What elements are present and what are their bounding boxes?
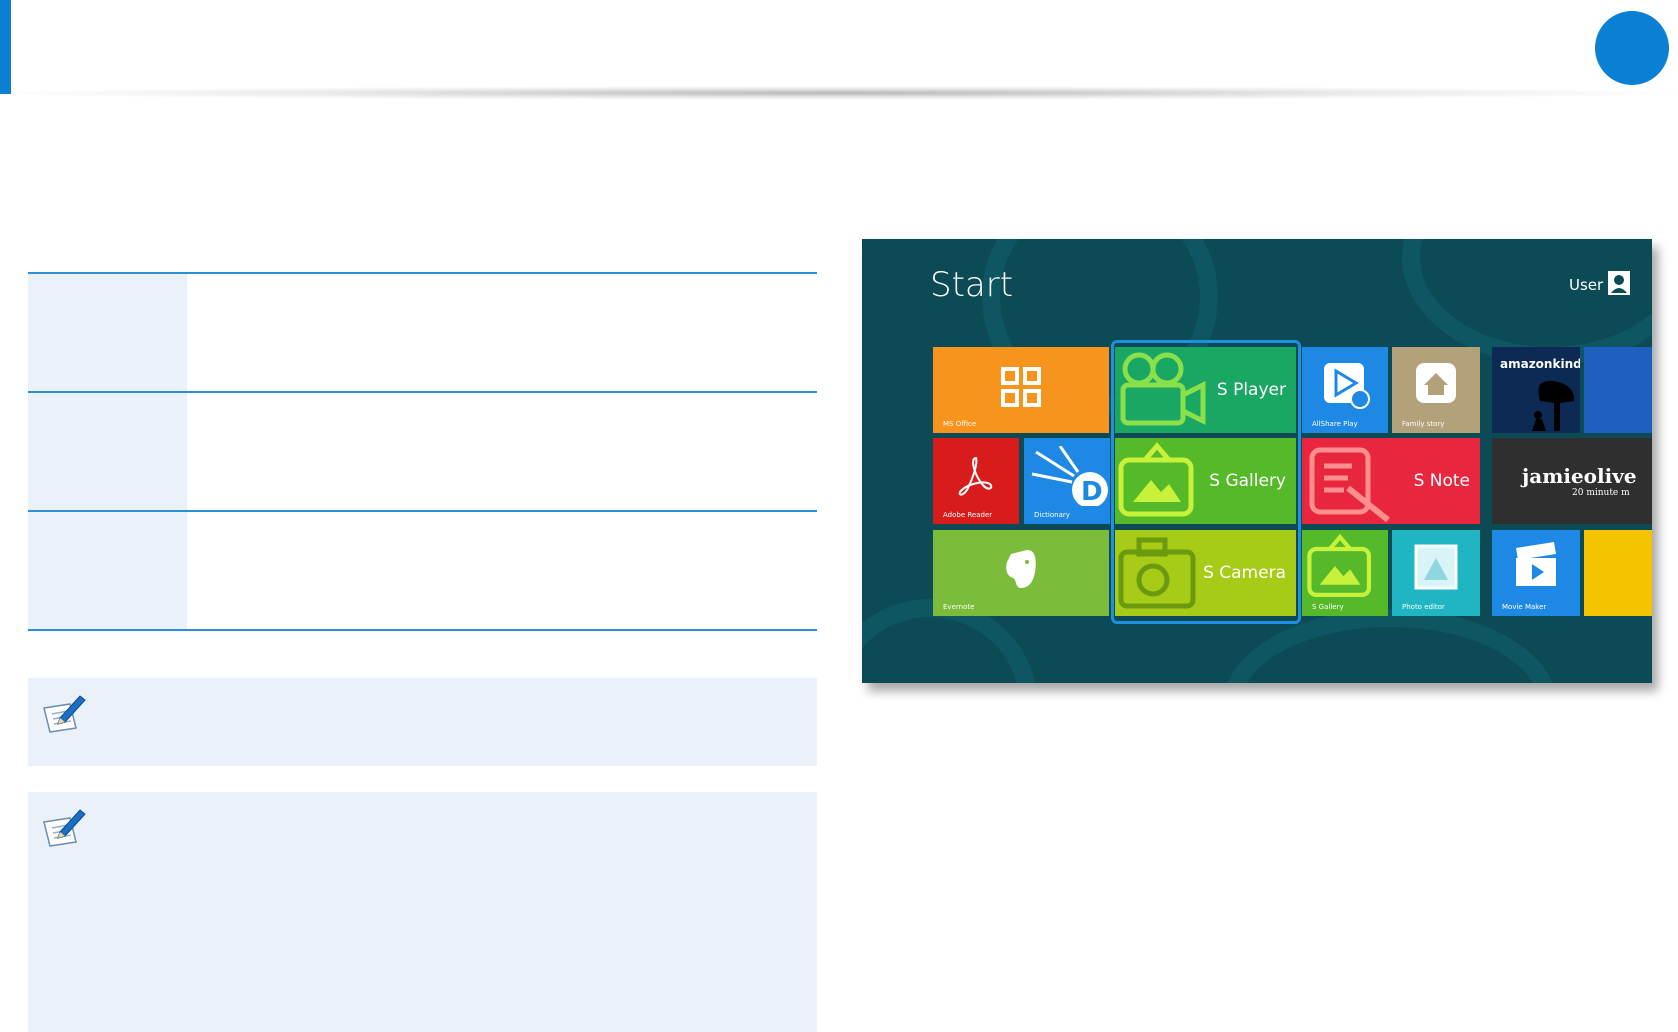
tile-label: Adobe Reader xyxy=(943,511,993,519)
tile-s-gallery-small[interactable]: S Gallery xyxy=(1302,530,1388,616)
tile-movie-maker[interactable]: Movie Maker xyxy=(1492,530,1580,616)
tile-evernote[interactable]: Evernote xyxy=(933,530,1109,616)
start-title: Start xyxy=(930,265,1014,305)
tile-label: jamieolive xyxy=(1522,464,1637,488)
table-row-header xyxy=(28,274,187,391)
tile-label: amazonkindle xyxy=(1500,357,1580,371)
user-icon[interactable] xyxy=(1608,271,1630,295)
tile-label: Movie Maker xyxy=(1502,603,1547,611)
note-box xyxy=(28,678,817,766)
table-row xyxy=(28,510,817,631)
tile-ms-office[interactable]: MS Office xyxy=(933,347,1109,433)
svg-text:D: D xyxy=(1081,477,1103,506)
tile-label: Photo editor xyxy=(1402,603,1445,611)
info-table xyxy=(28,272,817,631)
elephant-icon xyxy=(1006,550,1036,588)
note-edit-icon xyxy=(1309,447,1390,522)
reading-tree-icon xyxy=(1532,381,1575,431)
tile-partial[interactable] xyxy=(1584,530,1652,616)
tile-label: MS Office xyxy=(943,420,977,428)
tile-label: S Gallery xyxy=(1312,603,1344,611)
tile-label: Evernote xyxy=(943,603,975,611)
header-divider xyxy=(0,86,1678,100)
note-pencil-icon xyxy=(43,809,86,847)
header-accent-bar xyxy=(0,0,11,94)
tile-label: S Note xyxy=(1413,471,1470,491)
table-row-body xyxy=(187,274,817,391)
photo-frame-icon xyxy=(1414,544,1458,590)
page-number-badge xyxy=(1595,11,1669,85)
tile-sublabel: 20 minute m xyxy=(1572,488,1630,498)
tile-label: Family story xyxy=(1402,420,1445,428)
s-apps-highlight xyxy=(1111,340,1301,624)
note-box xyxy=(28,792,817,1032)
clapperboard-icon xyxy=(1516,542,1556,586)
user-name[interactable]: User xyxy=(1569,276,1603,294)
tile-adobe-reader[interactable]: Adobe Reader xyxy=(933,438,1019,524)
table-row-body xyxy=(187,512,817,629)
note-pencil-icon xyxy=(43,695,86,733)
tile-jamie-oliver[interactable]: jamieolive 20 minute m xyxy=(1492,438,1652,524)
acrobat-icon xyxy=(958,456,993,496)
house-icon xyxy=(1416,363,1456,403)
tile-dictionary[interactable]: D Dictionary xyxy=(1024,438,1110,524)
office-icon xyxy=(1001,367,1041,407)
table-row-header xyxy=(28,393,187,510)
dictionary-icon: D xyxy=(1031,446,1108,506)
tile-label: Dictionary xyxy=(1034,511,1070,519)
table-row-header xyxy=(28,512,187,629)
tile-amazon-kindle[interactable]: amazonkindle xyxy=(1492,347,1580,433)
tile-label: AllShare Play xyxy=(1312,420,1358,428)
tile-s-note[interactable]: S Note xyxy=(1302,438,1480,524)
gallery-icon xyxy=(1307,533,1372,598)
tile-family-story[interactable]: Family story xyxy=(1392,347,1480,433)
tile-allshare-play[interactable]: AllShare Play xyxy=(1302,347,1388,433)
table-row xyxy=(28,391,817,510)
tile-partial[interactable] xyxy=(1584,347,1652,433)
table-row xyxy=(28,272,817,391)
tile-photo-editor[interactable]: Photo editor xyxy=(1392,530,1480,616)
play-icon xyxy=(1324,363,1370,409)
table-row-body xyxy=(187,393,817,510)
start-screen-screenshot: Start User MS Office Adobe Reader D Dict… xyxy=(862,239,1652,683)
